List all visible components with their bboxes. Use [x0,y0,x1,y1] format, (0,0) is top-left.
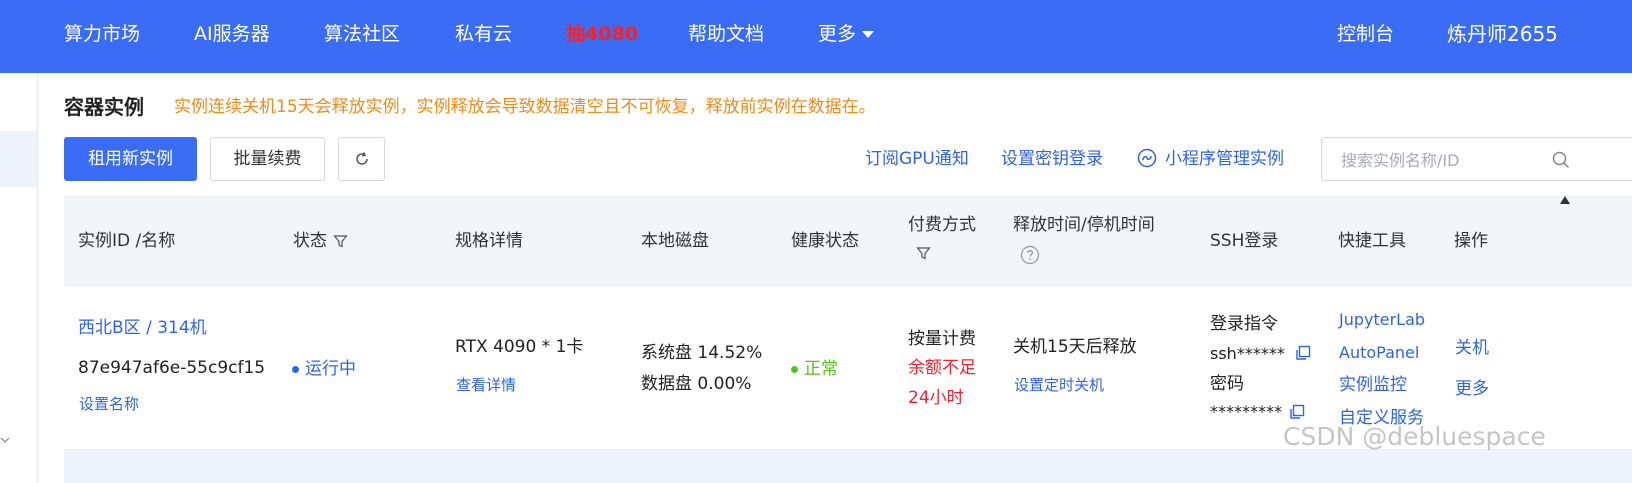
column-header-disk: 本地磁盘 [641,231,709,251]
release-warning-notice: 实例连续关机15天会释放实例，实例释放会导致数据清空且不可恢复，释放前实例在数据… [174,97,876,117]
release-policy: 关机15天后释放 [1013,337,1137,357]
set-name-link[interactable]: 设置名称 [79,392,139,416]
more-actions-button[interactable]: 更多 [1455,377,1489,401]
filter-icon[interactable] [916,246,931,261]
column-header-release: 释放时间/停机时间 [1013,215,1155,235]
tool-instance-monitor-link[interactable]: 实例监控 [1339,373,1407,397]
mini-program-icon [1137,148,1157,168]
balance-warning: 余额不足 [908,358,976,378]
filter-icon[interactable] [333,234,348,249]
column-header-health: 健康状态 [791,231,859,251]
scroll-up-arrow-icon[interactable] [1560,196,1570,204]
data-disk-usage: 数据盘 0.00% [641,374,752,394]
status-label: 运行中 [305,359,356,379]
chevron-down-icon [862,31,875,38]
nav-item-promo-4080[interactable]: 抽4080 [566,20,638,48]
mini-program-manage-link[interactable]: 小程序管理实例 [1137,147,1284,171]
nav-item-ai-servers[interactable]: AI服务器 [194,20,270,48]
health-badge: 正常 [791,357,838,381]
column-header-actions: 操作 [1454,231,1488,251]
nav-item-more[interactable]: 更多 [818,20,875,48]
nav-item-compute-market[interactable]: 算力市场 [64,20,140,48]
column-header-spec: 规格详情 [455,231,523,251]
watermark: CSDN @debluespace [1283,422,1546,451]
nav-item-help-docs[interactable]: 帮助文档 [688,20,764,48]
sidebar-item-active[interactable] [0,131,37,187]
copy-icon[interactable] [1289,404,1305,420]
system-disk-usage: 系统盘 14.52% [641,343,763,363]
top-navbar: 算力市场 AI服务器 算法社区 私有云 抽4080 帮助文档 更多 控制台 炼丹… [0,0,1632,73]
page-title: 容器实例 [64,95,144,119]
column-header-tools: 快捷工具 [1338,231,1406,251]
instance-search-box [1321,137,1632,181]
nav-item-algorithm-community[interactable]: 算法社区 [324,20,400,48]
status-dot-icon [292,365,299,373]
tool-jupyterlab-link[interactable]: JupyterLab [1339,308,1425,332]
nav-more-label: 更多 [818,23,857,45]
gpu-spec: RTX 4090 * 1卡 [455,337,584,357]
chevron-down-icon[interactable] [0,435,10,445]
table-row[interactable] [64,450,1632,483]
ssh-command-value: ssh****** [1210,344,1285,363]
ssh-password-label: 密码 [1210,374,1244,394]
scheduled-shutdown-link[interactable]: 设置定时关机 [1014,373,1104,397]
instance-region-link[interactable]: 西北B区 / 314机 [78,316,207,340]
column-header-instance: 实例ID /名称 [78,231,176,251]
instance-search-input[interactable] [1341,148,1541,172]
ssh-key-login-link[interactable]: 设置密钥登录 [1001,147,1103,171]
rent-new-instance-button[interactable]: 租用新实例 [64,137,197,181]
refresh-button[interactable] [338,137,385,181]
column-header-billing: 付费方式 [908,215,976,235]
instance-id: 87e947af6e-55c9cf15 [78,358,266,378]
refresh-icon [356,152,368,165]
health-dot-icon [791,365,798,373]
balance-warning-hours: 24小时 [908,388,964,408]
user-menu[interactable]: 炼丹师2655 [1447,20,1558,48]
shutdown-button[interactable]: 关机 [1455,336,1489,360]
instance-table-header: 实例ID /名称 状态 规格详情 本地磁盘 健康状态 付费方式 释放时间/停机时… [64,195,1632,287]
column-header-status-label: 状态 [293,231,327,251]
sidebar [0,73,38,483]
mini-program-label: 小程序管理实例 [1165,149,1284,169]
search-icon[interactable] [1552,151,1570,169]
batch-renew-button[interactable]: 批量续费 [210,137,325,181]
subscribe-gpu-notify-link[interactable]: 订阅GPU通知 [865,147,969,171]
column-header-ssh: SSH登录 [1210,231,1279,251]
billing-type: 按量计费 [908,329,976,349]
ssh-password-value: ********* [1210,402,1282,421]
copy-icon[interactable] [1295,345,1311,361]
nav-console-link[interactable]: 控制台 [1337,20,1394,48]
ssh-command-label: 登录指令 [1210,314,1278,334]
status-badge: 运行中 [292,357,356,381]
tool-autopanel-link[interactable]: AutoPanel [1339,341,1419,365]
health-label: 正常 [804,359,838,379]
view-spec-detail-link[interactable]: 查看详情 [456,373,516,397]
nav-item-private-cloud[interactable]: 私有云 [455,20,512,48]
column-header-status: 状态 [293,229,348,253]
help-icon[interactable] [1020,245,1040,265]
